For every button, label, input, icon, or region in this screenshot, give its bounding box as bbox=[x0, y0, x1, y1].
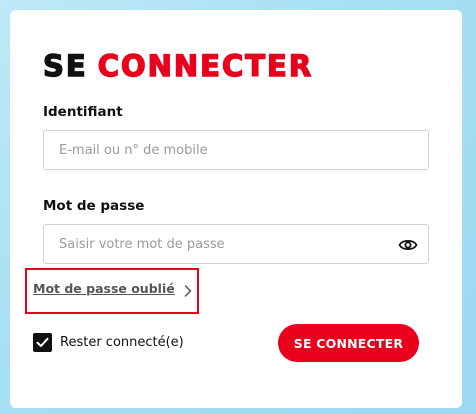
remember-me-label: Rester connecté(e) bbox=[60, 335, 184, 350]
eye-icon[interactable] bbox=[398, 235, 418, 255]
forgot-password-link[interactable]: Mot de passe oublié bbox=[33, 281, 175, 296]
chevron-right-icon[interactable] bbox=[183, 283, 193, 297]
page-title: SE CONNECTER bbox=[42, 44, 314, 88]
identifier-label: Identifiant bbox=[43, 104, 123, 120]
login-submit-button[interactable]: SE CONNECTER bbox=[278, 324, 419, 362]
identifier-input[interactable] bbox=[44, 131, 428, 169]
checkmark-icon bbox=[36, 337, 49, 347]
password-input[interactable] bbox=[44, 225, 428, 263]
title-part-se: SE bbox=[42, 48, 88, 83]
password-label: Mot de passe bbox=[43, 198, 145, 214]
identifier-field-wrapper bbox=[43, 130, 429, 170]
remember-me-checkbox[interactable] bbox=[33, 333, 52, 352]
password-field-wrapper bbox=[43, 224, 429, 264]
title-part-connecter: CONNECTER bbox=[97, 48, 314, 83]
